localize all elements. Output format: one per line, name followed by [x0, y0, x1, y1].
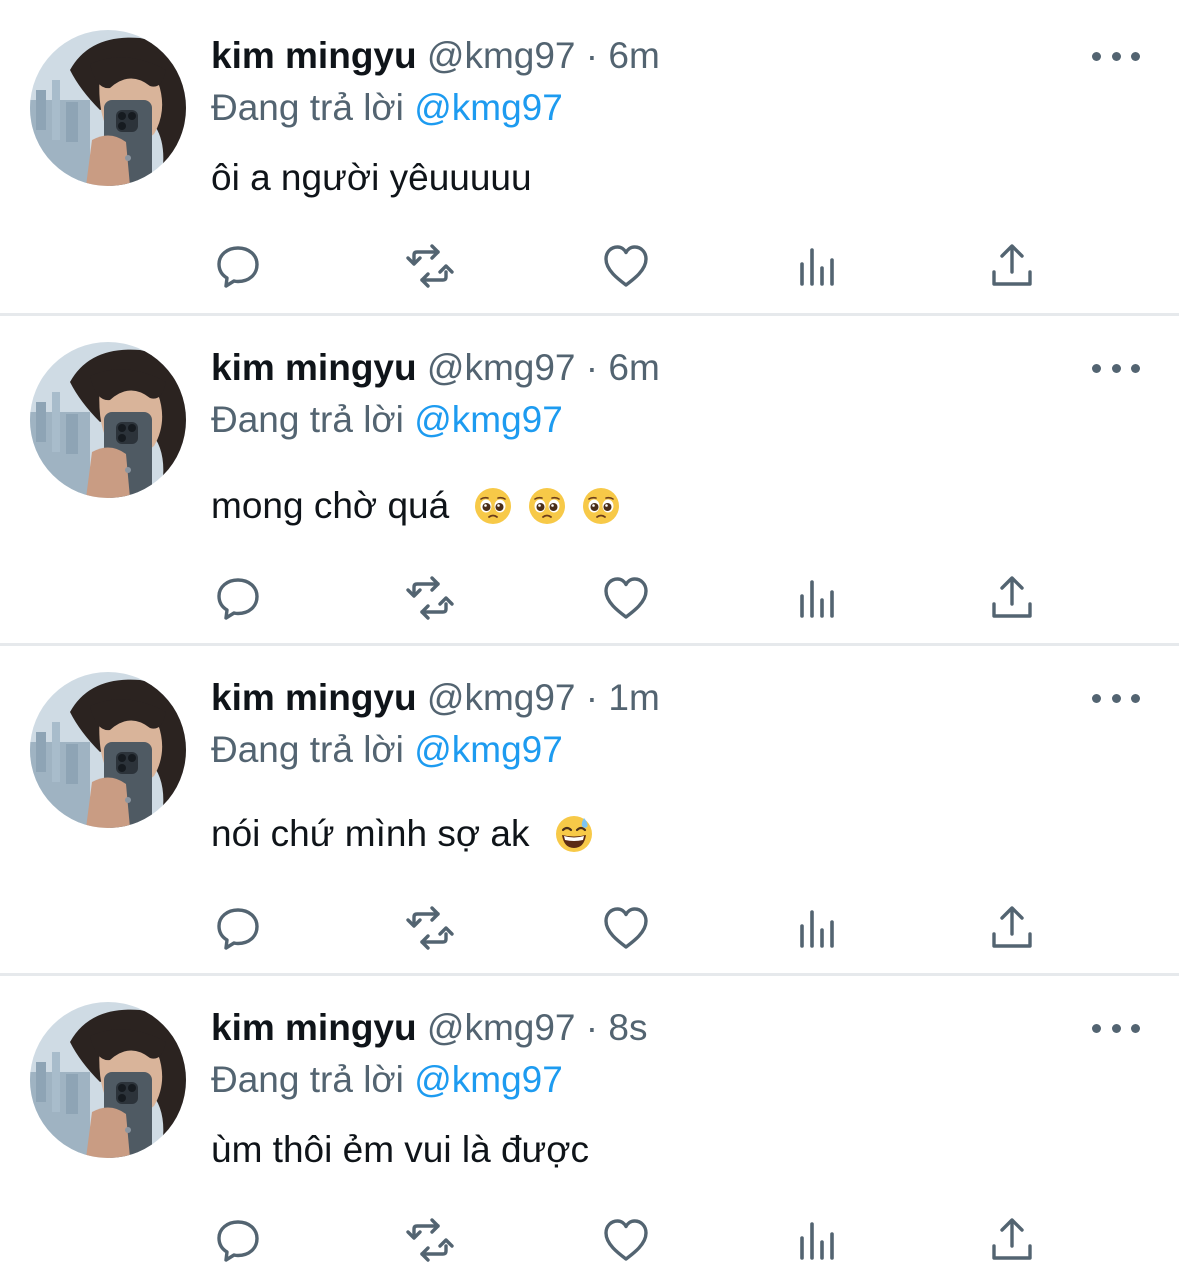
like-icon[interactable] [598, 900, 654, 956]
action-bar [0, 900, 1179, 956]
avatar-image [30, 30, 186, 186]
replying-label: Đang trả lời [211, 399, 404, 440]
more-options-icon[interactable] [1092, 358, 1140, 378]
retweet-icon[interactable] [402, 900, 458, 956]
action-bar [0, 570, 1179, 626]
separator-dot: · [585, 347, 599, 388]
tweet-header: kim mingyu @kmg97 · 8s [211, 1004, 647, 1052]
grinning-sweat-face-emoji [554, 814, 594, 868]
replying-to: Đang trả lời @kmg97 [211, 84, 563, 132]
user-handle[interactable]: @kmg97 [427, 1007, 576, 1048]
reply-icon[interactable] [210, 238, 266, 294]
separator-dot: · [585, 677, 599, 718]
replying-to: Đang trả lời @kmg97 [211, 396, 563, 444]
emoji-group [540, 813, 594, 854]
tweet-text: mong chờ quá [211, 480, 621, 532]
emoji-group [459, 485, 621, 526]
avatar-image [30, 672, 186, 828]
mention-link[interactable]: @kmg97 [414, 729, 563, 770]
mention-link[interactable]: @kmg97 [414, 87, 563, 128]
retweet-icon[interactable] [402, 238, 458, 294]
tweet-text: nói chứ mình sợ ak [211, 808, 594, 860]
mention-link[interactable]: @kmg97 [414, 399, 563, 440]
views-icon[interactable] [790, 900, 846, 956]
reply-icon[interactable] [210, 1212, 266, 1268]
share-icon[interactable] [984, 900, 1040, 956]
tweet-text-content: ôi a người yêuuuuu [211, 157, 532, 198]
replying-to: Đang trả lời @kmg97 [211, 1056, 563, 1104]
tweet-header: kim mingyu @kmg97 · 6m [211, 344, 660, 392]
avatar[interactable] [30, 672, 186, 828]
tweet-text-content: mong chờ quá [211, 485, 450, 526]
avatar-image [30, 342, 186, 498]
tweet[interactable]: kim mingyu @kmg97 · 6m Đang trả lời @kmg… [0, 316, 1179, 646]
tweet-text-content: ùm thôi ẻm vui là được [211, 1129, 590, 1170]
tweet[interactable]: kim mingyu @kmg97 · 8s Đang trả lời @kmg… [0, 976, 1179, 1277]
pleading-face-emoji [581, 486, 621, 540]
share-icon[interactable] [984, 238, 1040, 294]
mention-link[interactable]: @kmg97 [414, 1059, 563, 1100]
display-name[interactable]: kim mingyu [211, 35, 417, 76]
tweet[interactable]: kim mingyu @kmg97 · 1m Đang trả lời @kmg… [0, 646, 1179, 976]
views-icon[interactable] [790, 570, 846, 626]
tweet-text: ôi a người yêuuuuu [211, 152, 532, 204]
timestamp[interactable]: 6m [608, 347, 659, 388]
separator-dot: · [585, 35, 599, 76]
pleading-face-emoji [527, 486, 567, 540]
like-icon[interactable] [598, 1212, 654, 1268]
more-options-icon[interactable] [1092, 46, 1140, 66]
display-name[interactable]: kim mingyu [211, 347, 417, 388]
avatar-image [30, 1002, 186, 1158]
action-bar [0, 238, 1179, 294]
avatar[interactable] [30, 30, 186, 186]
reply-icon[interactable] [210, 570, 266, 626]
like-icon[interactable] [598, 238, 654, 294]
tweet[interactable]: kim mingyu @kmg97 · 6m Đang trả lời @kmg… [0, 0, 1179, 316]
reply-icon[interactable] [210, 900, 266, 956]
views-icon[interactable] [790, 238, 846, 294]
timestamp[interactable]: 6m [608, 35, 659, 76]
separator-dot: · [585, 1007, 599, 1048]
display-name[interactable]: kim mingyu [211, 677, 417, 718]
more-options-icon[interactable] [1092, 688, 1140, 708]
display-name[interactable]: kim mingyu [211, 1007, 417, 1048]
replying-label: Đang trả lời [211, 729, 404, 770]
avatar[interactable] [30, 1002, 186, 1158]
share-icon[interactable] [984, 1212, 1040, 1268]
replying-label: Đang trả lời [211, 1059, 404, 1100]
views-icon[interactable] [790, 1212, 846, 1268]
tweet-text-content: nói chứ mình sợ ak [211, 813, 530, 854]
share-icon[interactable] [984, 570, 1040, 626]
avatar[interactable] [30, 342, 186, 498]
tweet-header: kim mingyu @kmg97 · 6m [211, 32, 660, 80]
replying-label: Đang trả lời [211, 87, 404, 128]
action-bar [0, 1212, 1179, 1268]
tweet-text: ùm thôi ẻm vui là được [211, 1124, 589, 1176]
timestamp[interactable]: 1m [608, 677, 659, 718]
retweet-icon[interactable] [402, 1212, 458, 1268]
user-handle[interactable]: @kmg97 [427, 347, 576, 388]
user-handle[interactable]: @kmg97 [427, 35, 576, 76]
replying-to: Đang trả lời @kmg97 [211, 726, 563, 774]
more-options-icon[interactable] [1092, 1018, 1140, 1038]
pleading-face-emoji [473, 486, 513, 540]
tweet-header: kim mingyu @kmg97 · 1m [211, 674, 660, 722]
user-handle[interactable]: @kmg97 [427, 677, 576, 718]
retweet-icon[interactable] [402, 570, 458, 626]
timestamp[interactable]: 8s [608, 1007, 647, 1048]
like-icon[interactable] [598, 570, 654, 626]
